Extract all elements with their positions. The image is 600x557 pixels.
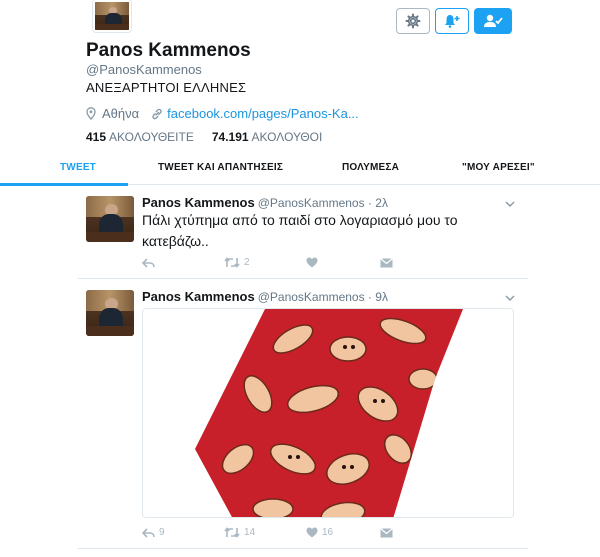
retweet-count: 2 xyxy=(244,257,250,268)
tweet-divider xyxy=(78,278,528,279)
tweet-author-name: Panos Kammenos xyxy=(142,195,255,210)
tweet-author[interactable]: Panos Kammenos @PanosKammenos · 2λ xyxy=(142,195,388,210)
profile-stats: 415 ΑΚΟΛΟΥΘΕΙΤΕ 74.191 ΑΚΟΛΟΥΘΟΙ xyxy=(86,130,322,144)
retweet-count: 14 xyxy=(244,527,256,538)
tab-media[interactable]: ΠΟΛΥΜΕΣΑ xyxy=(342,162,399,173)
following-count: 415 xyxy=(86,130,107,144)
like-count: 16 xyxy=(322,527,334,538)
following-button[interactable] xyxy=(474,8,512,34)
tweet-media-image[interactable] xyxy=(142,308,514,518)
direct-message-button[interactable] xyxy=(380,257,393,268)
reply-button[interactable] xyxy=(142,257,224,268)
retweet-button[interactable]: 14 xyxy=(224,527,306,538)
retweet-icon xyxy=(224,527,240,538)
chevron-down-icon[interactable] xyxy=(505,295,515,301)
patterned-tie-image xyxy=(195,309,463,517)
notifications-button[interactable] xyxy=(435,8,469,34)
retweet-icon xyxy=(224,257,240,268)
active-tab-indicator xyxy=(0,183,128,186)
following-label: ΑΚΟΛΟΥΘΕΙΤΕ xyxy=(109,130,194,144)
gear-icon xyxy=(405,13,421,29)
tweet-avatar[interactable] xyxy=(86,196,134,242)
profile-tabs: TWEET TWEET ΚΑΙ ΑΠΑΝΤΗΣΕΙΣ ΠΟΛΥΜΕΣΑ "ΜΟΥ… xyxy=(0,151,600,186)
like-button[interactable]: 16 xyxy=(306,527,380,538)
reply-count: 9 xyxy=(159,527,165,538)
tweet-author-handle: @PanosKammenos · 9λ xyxy=(257,290,388,304)
profile-location: Αθήνα xyxy=(102,106,140,121)
retweet-button[interactable]: 2 xyxy=(224,257,306,268)
link-icon xyxy=(152,108,162,119)
profile-meta: Αθήνα facebook.com/pages/Panos-Ka... xyxy=(86,106,359,121)
direct-message-button[interactable] xyxy=(380,527,393,538)
heart-icon xyxy=(306,527,318,538)
tweet-author-name: Panos Kammenos xyxy=(142,289,255,304)
envelope-icon xyxy=(380,527,393,537)
following-stat[interactable]: 415 ΑΚΟΛΟΥΘΕΙΤΕ xyxy=(86,130,194,144)
profile-handle: @PanosKammenos xyxy=(86,62,202,77)
tweet-author[interactable]: Panos Kammenos @PanosKammenos · 9λ xyxy=(142,289,388,304)
tweet-text: Πάλι χτύπημα από το παιδί στο λογαριασμό… xyxy=(142,212,458,249)
profile-website-link[interactable]: facebook.com/pages/Panos-Ka... xyxy=(167,106,359,121)
tab-tweets[interactable]: TWEET xyxy=(60,162,96,173)
reply-icon xyxy=(142,257,155,268)
user-check-icon xyxy=(484,14,503,27)
followers-count: 74.191 xyxy=(211,130,249,144)
bell-plus-icon xyxy=(445,15,460,28)
reply-icon xyxy=(142,527,155,538)
location-pin-icon xyxy=(86,107,96,120)
followers-label: ΑΚΟΛΟΥΘΟΙ xyxy=(251,130,323,144)
tweet-actions: 2 xyxy=(142,257,393,268)
profile-action-buttons xyxy=(396,8,512,34)
like-button[interactable] xyxy=(306,257,380,268)
envelope-icon xyxy=(380,257,393,267)
profile-name[interactable]: Panos Kammenos xyxy=(86,40,251,62)
profile-avatar[interactable] xyxy=(93,0,131,32)
tab-tweets-and-replies[interactable]: TWEET ΚΑΙ ΑΠΑΝΤΗΣΕΙΣ xyxy=(158,162,283,173)
reply-button[interactable]: 9 xyxy=(142,527,224,538)
tweet-avatar[interactable] xyxy=(86,290,134,336)
tweet-actions: 9 14 16 xyxy=(142,527,393,538)
tweet-divider xyxy=(78,548,528,549)
tab-likes[interactable]: "ΜΟΥ ΑΡΕΣΕΙ" xyxy=(462,162,535,173)
settings-button[interactable] xyxy=(396,8,430,34)
chevron-down-icon[interactable] xyxy=(505,201,515,207)
followers-stat[interactable]: 74.191 ΑΚΟΛΟΥΘΟΙ xyxy=(212,130,323,144)
heart-icon xyxy=(306,257,318,268)
profile-bio: ΑΝΕΞΑΡΤΗΤΟΙ ΕΛΛΗΝΕΣ xyxy=(86,80,247,95)
tweet-author-handle: @PanosKammenos · 2λ xyxy=(257,196,388,210)
